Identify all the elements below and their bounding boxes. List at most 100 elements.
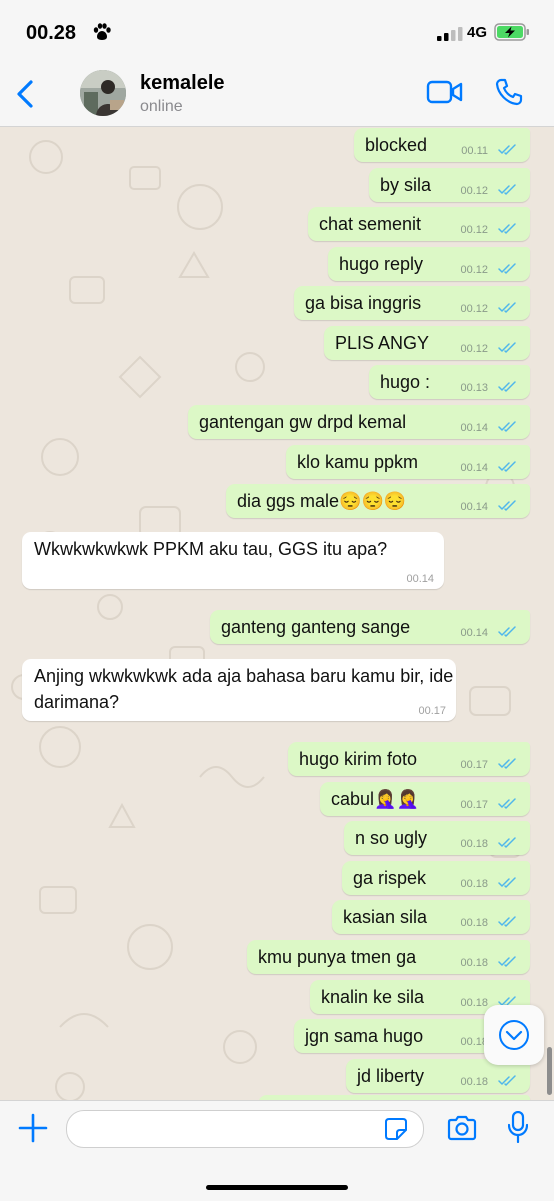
message-outgoing[interactable]: PLIS ANGY 00.12: [324, 326, 530, 360]
battery-charging-icon: [494, 23, 529, 41]
message-time: 00.14: [460, 501, 488, 513]
message-outgoing[interactable]: kmu punya tmen ga 00.18: [247, 940, 530, 974]
plus-icon[interactable]: [18, 1113, 48, 1143]
message-text: chat semenit: [319, 214, 422, 234]
message-text: jd liberty: [357, 1066, 425, 1086]
message-outgoing[interactable]: chat semenit 00.12: [308, 207, 530, 241]
message-time: 00.12: [460, 185, 488, 197]
message-text: by sila: [380, 175, 432, 195]
message-text: PLIS ANGY: [335, 333, 430, 353]
message-time: 00.14: [406, 573, 434, 585]
message-outgoing[interactable]: klo kamu ppkm 00.14: [286, 445, 530, 479]
message-outgoing[interactable]: cabul🤦‍♀️🤦‍♀️ 00.17: [320, 782, 530, 816]
read-receipt-icon: [498, 837, 516, 848]
read-receipt-icon: [498, 916, 516, 927]
message-text: jgn sama hugo: [305, 1026, 424, 1046]
message-time: 00.12: [460, 303, 488, 315]
status-time: 00.28: [26, 22, 77, 44]
message-time: 00.18: [460, 878, 488, 890]
read-receipt-icon: [498, 263, 516, 274]
signal-icon: [437, 27, 463, 41]
scrollbar[interactable]: [547, 1047, 552, 1095]
message-time: 00.12: [460, 224, 488, 236]
message-text: dia ggs male😔😔😔: [237, 491, 407, 511]
message-text: blocked: [365, 135, 428, 155]
message-text: kmu punya tmen ga: [258, 947, 417, 967]
read-receipt-icon: [498, 461, 516, 472]
message-time: 00.14: [460, 422, 488, 434]
message-time: 00.13: [460, 382, 488, 394]
message-time: 00.18: [460, 957, 488, 969]
message-outgoing[interactable]: dia ggs male😔😔😔 00.14: [226, 484, 530, 518]
chevron-down-circle-icon: [499, 1020, 529, 1050]
message-outgoing[interactable]: blocked 00.11: [354, 128, 530, 162]
message-time: 00.18: [460, 1076, 488, 1088]
message-text: ga rispek: [353, 868, 427, 888]
read-receipt-icon: [498, 956, 516, 967]
message-text: knalin ke sila: [321, 987, 425, 1007]
read-receipt-icon: [498, 184, 516, 195]
message-text: ganteng ganteng sange: [221, 617, 411, 637]
message-outgoing[interactable]: ga rispek 00.18: [342, 861, 530, 895]
message-time: 00.18: [460, 917, 488, 929]
message-time: 00.17: [418, 705, 446, 717]
message-time: 00.11: [461, 145, 488, 157]
read-receipt-icon: [498, 798, 516, 809]
network-label: 4G: [467, 24, 488, 41]
contact-avatar[interactable]: [80, 70, 126, 116]
message-outgoing[interactable]: hugo reply 00.12: [328, 247, 530, 281]
message-outgoing[interactable]: hugo : 00.13: [369, 365, 530, 399]
message-incoming[interactable]: Anjing wkwkwkwk ada aja bahasa baru kamu…: [22, 659, 456, 721]
message-text: hugo reply: [339, 254, 424, 274]
phone-call-icon[interactable]: [494, 77, 524, 107]
message-outgoing[interactable]: kasian sila 00.18: [332, 900, 530, 934]
message-text: hugo kirim foto: [299, 749, 418, 769]
chat-header: kemalele online: [0, 60, 554, 127]
read-receipt-icon: [498, 877, 516, 888]
message-text: Anjing wkwkwkwk ada aja bahasa baru kamu…: [34, 666, 454, 712]
read-receipt-icon: [498, 626, 516, 637]
message-text: cabul🤦‍♀️🤦‍♀️: [331, 789, 419, 809]
message-time: 00.12: [460, 343, 488, 355]
message-time: 00.18: [460, 838, 488, 850]
scroll-to-bottom-button[interactable]: [484, 1005, 544, 1065]
video-call-icon[interactable]: [426, 78, 464, 106]
read-receipt-icon: [498, 302, 516, 313]
message-outgoing[interactable]: by sila 00.12: [369, 168, 530, 202]
message-time: 00.14: [460, 462, 488, 474]
message-incoming[interactable]: Wkwkwkwkwk PPKM aku tau, GGS itu apa? 00…: [22, 532, 444, 589]
read-receipt-icon: [498, 421, 516, 432]
contact-status: online: [140, 98, 183, 115]
message-text: n so ugly: [355, 828, 428, 848]
message-outgoing[interactable]: ganteng ganteng sange 00.14: [210, 610, 530, 644]
message-text: Wkwkwkwkwk PPKM aku tau, GGS itu apa?: [34, 539, 388, 559]
message-input[interactable]: [66, 1110, 424, 1148]
status-bar: 00.28 4G: [0, 0, 554, 60]
microphone-icon[interactable]: [508, 1111, 528, 1143]
paw-icon: [93, 23, 111, 40]
message-text: kasian sila: [343, 907, 428, 927]
message-time: 00.14: [460, 627, 488, 639]
message-time: 00.17: [460, 799, 488, 811]
message-time: 00.17: [460, 759, 488, 771]
message-text: hugo :: [380, 372, 431, 392]
message-outgoing[interactable]: hugo kirim foto 00.17: [288, 742, 530, 776]
read-receipt-icon: [498, 144, 516, 155]
read-receipt-icon: [498, 1075, 516, 1086]
read-receipt-icon: [498, 500, 516, 511]
read-receipt-icon: [498, 381, 516, 392]
message-text: ga bisa inggris: [305, 293, 422, 313]
message-outgoing[interactable]: ga bisa inggris 00.12: [294, 286, 530, 320]
message-outgoing[interactable]: gantengan gw drpd kemal 00.14: [188, 405, 530, 439]
read-receipt-icon: [498, 758, 516, 769]
back-chevron-icon[interactable]: [12, 78, 40, 110]
message-list[interactable]: blocked 00.11 by sila 00.12 chat semenit…: [0, 127, 554, 1100]
message-text: klo kamu ppkm: [297, 452, 419, 472]
message-time: 00.12: [460, 264, 488, 276]
message-outgoing[interactable]: n so ugly 00.18: [344, 821, 530, 855]
sticker-icon[interactable]: [384, 1117, 408, 1141]
compose-bar: [0, 1100, 554, 1201]
contact-name[interactable]: kemalele: [140, 72, 225, 95]
camera-icon[interactable]: [446, 1115, 478, 1141]
read-receipt-icon: [498, 223, 516, 234]
